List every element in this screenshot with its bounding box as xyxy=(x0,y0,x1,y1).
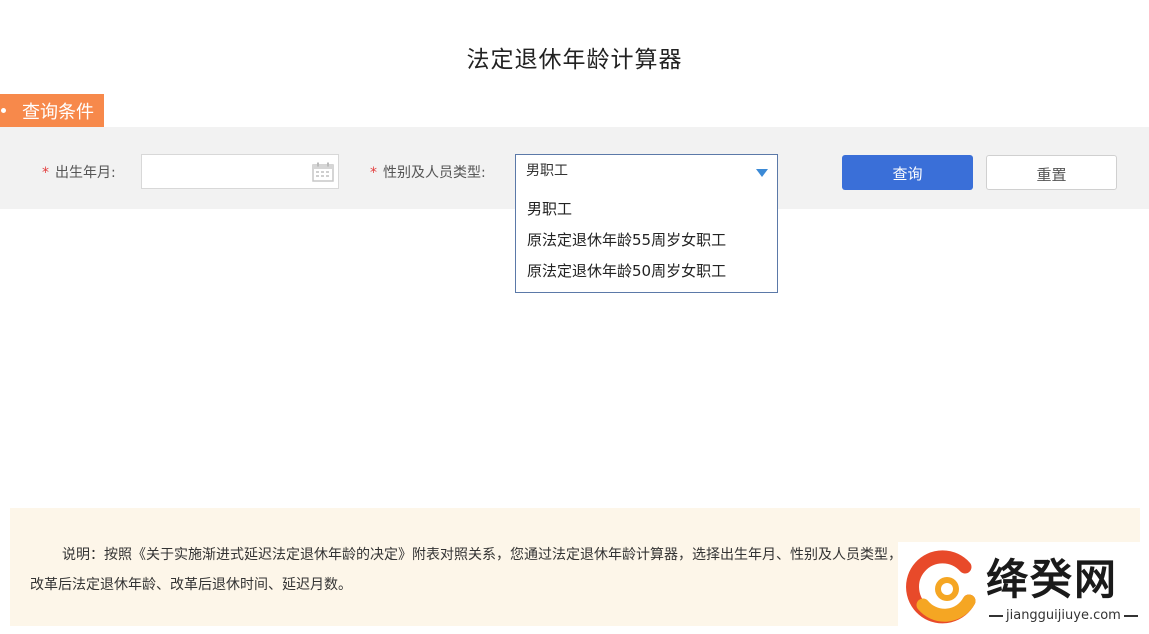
note-text-line1: 说明：按照《关于实施渐进式延迟法定退休年龄的决定》附表对照关系，您通过法定退休年… xyxy=(62,547,902,563)
watermark-logo-icon xyxy=(903,549,981,627)
calendar-icon[interactable] xyxy=(312,162,334,182)
section-tag: 查询条件 xyxy=(0,94,104,127)
query-button[interactable]: 查询 xyxy=(842,155,973,190)
type-dropdown-list: 男职工 原法定退休年龄55周岁女职工 原法定退休年龄50周岁女职工 xyxy=(515,188,778,293)
watermark-url: jiangguijiuye.com xyxy=(986,608,1141,623)
page-title: 法定退休年龄计算器 xyxy=(466,47,683,73)
required-mark: * xyxy=(370,165,377,181)
type-select[interactable]: 男职工 xyxy=(515,154,778,189)
reset-button[interactable]: 重置 xyxy=(986,155,1117,190)
birth-date-input[interactable] xyxy=(141,154,339,189)
type-select-value: 男职工 xyxy=(526,163,568,179)
dropdown-option[interactable]: 原法定退休年龄50周岁女职工 xyxy=(516,256,777,287)
dropdown-option[interactable]: 男职工 xyxy=(516,194,777,225)
section-label: 查询条件 xyxy=(22,101,94,123)
required-mark: * xyxy=(42,165,49,181)
dropdown-option[interactable]: 原法定退休年龄55周岁女职工 xyxy=(516,225,777,256)
note-text-line2: 改革后法定退休年龄、改革后退休时间、延迟月数。 xyxy=(30,577,352,593)
birth-label-text: 出生年月: xyxy=(55,165,116,181)
birth-label: * 出生年月: xyxy=(42,162,116,182)
type-label: * 性别及人员类型: xyxy=(370,162,486,182)
watermark: 绛癸网 jiangguijiuye.com xyxy=(898,542,1149,634)
bullet-dot xyxy=(1,108,6,113)
watermark-text: 绛癸网 xyxy=(986,555,1119,604)
watermark-url-text: jiangguijiuye.com xyxy=(1006,608,1121,623)
chevron-down-icon[interactable] xyxy=(756,169,768,177)
type-label-text: 性别及人员类型: xyxy=(383,165,486,181)
